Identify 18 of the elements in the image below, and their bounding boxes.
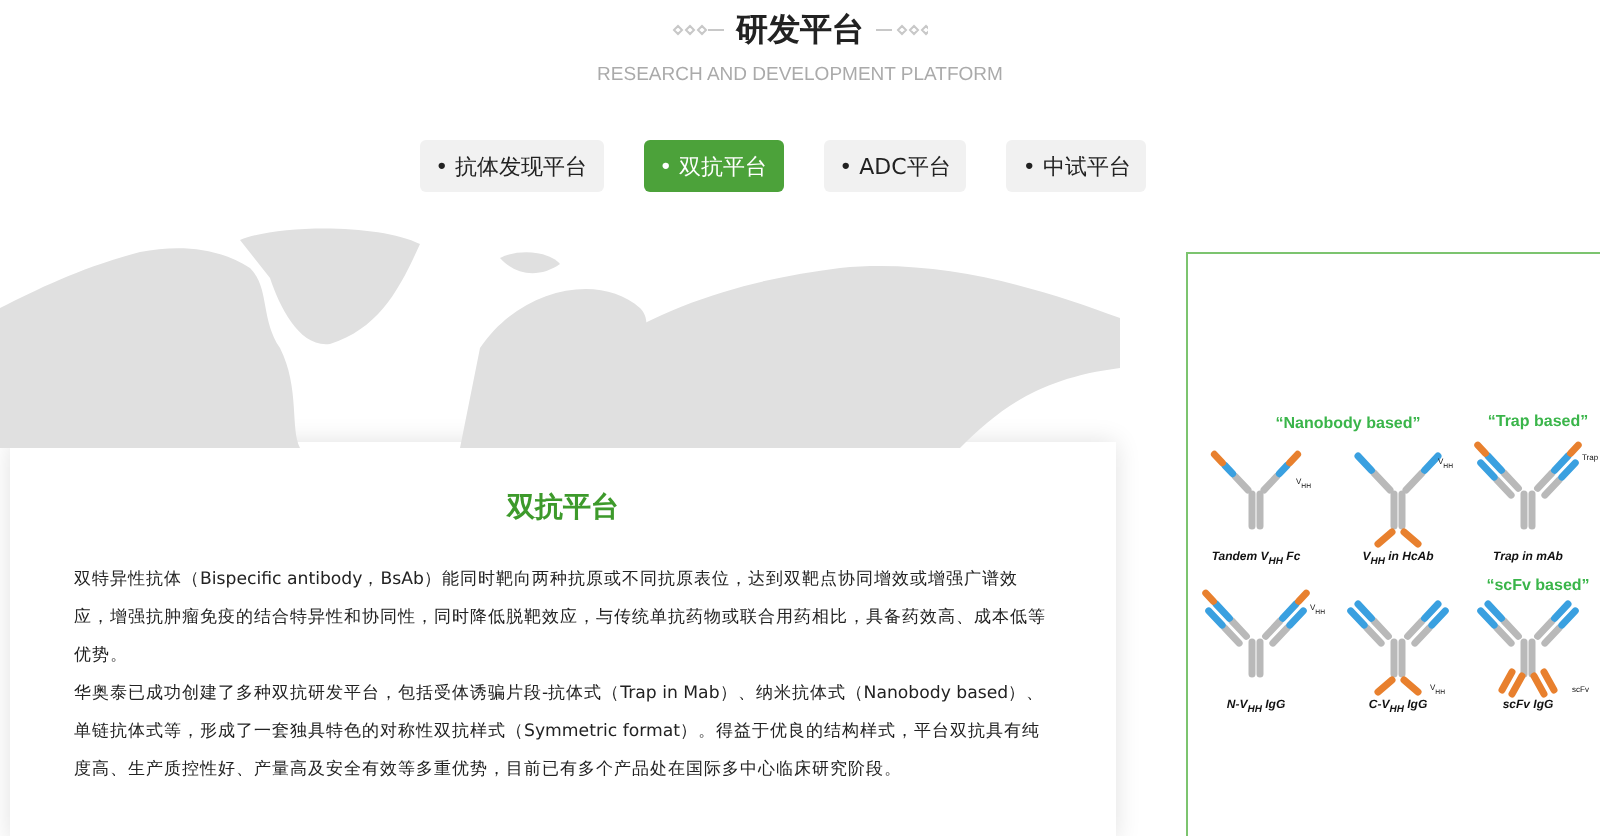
card-title: 双抗平台 (504, 490, 621, 526)
platform-tab[interactable]: • 中试平台 (1006, 140, 1147, 192)
group-label: “scFv based” (1486, 576, 1590, 594)
section-subtitle: RESEARCH AND DEVELOPMENT PLATFORM (597, 64, 1003, 86)
description-paragraph: 双特异性抗体（Bispecific antibody，BsAb）能同时靶向两种抗原或不同抗原表位，达到双靶点协同增效或增强广谱效应，增强抗肿瘤免疫的结合特异性和协同性，同时降低脱靶效应，与传统单抗药物或联合用药相比，具备药效高、成本低等优势。 (74, 568, 1048, 670)
antibody-drawing (1474, 441, 1582, 530)
antibody-drawing (1210, 450, 1302, 530)
description-paragraph: 华奥泰已成功创建了多种双抗研发平台，包括受体诱骗片段-抗体式（Trap in Mab）、纳米抗体式（Nanobody based）、单链抗体式等，形成了一套独具特色的对称性双抗样式（Symmetric format）。得益于优良的结构样式，平台双抗具有纯度高、生产质控性好、产量高及安全有效等多重优势，目前已有多个产品处在国际多中心临床研究阶段。 (74, 681, 1047, 784)
platform-tab[interactable]: • ADC平台 (823, 140, 967, 192)
ornament-icon (672, 24, 724, 36)
group-label: “Trap based” (1487, 412, 1589, 430)
antibody-drawing (1202, 589, 1310, 678)
antibody-drawing (1354, 452, 1442, 548)
platform-tab[interactable]: • 抗体发现平台 (419, 140, 604, 192)
ornament-icon (876, 24, 928, 36)
antibody-drawing (1347, 600, 1449, 696)
section-title: 研发平台 (736, 8, 864, 52)
group-label: “Nanobody based” (1275, 414, 1421, 432)
